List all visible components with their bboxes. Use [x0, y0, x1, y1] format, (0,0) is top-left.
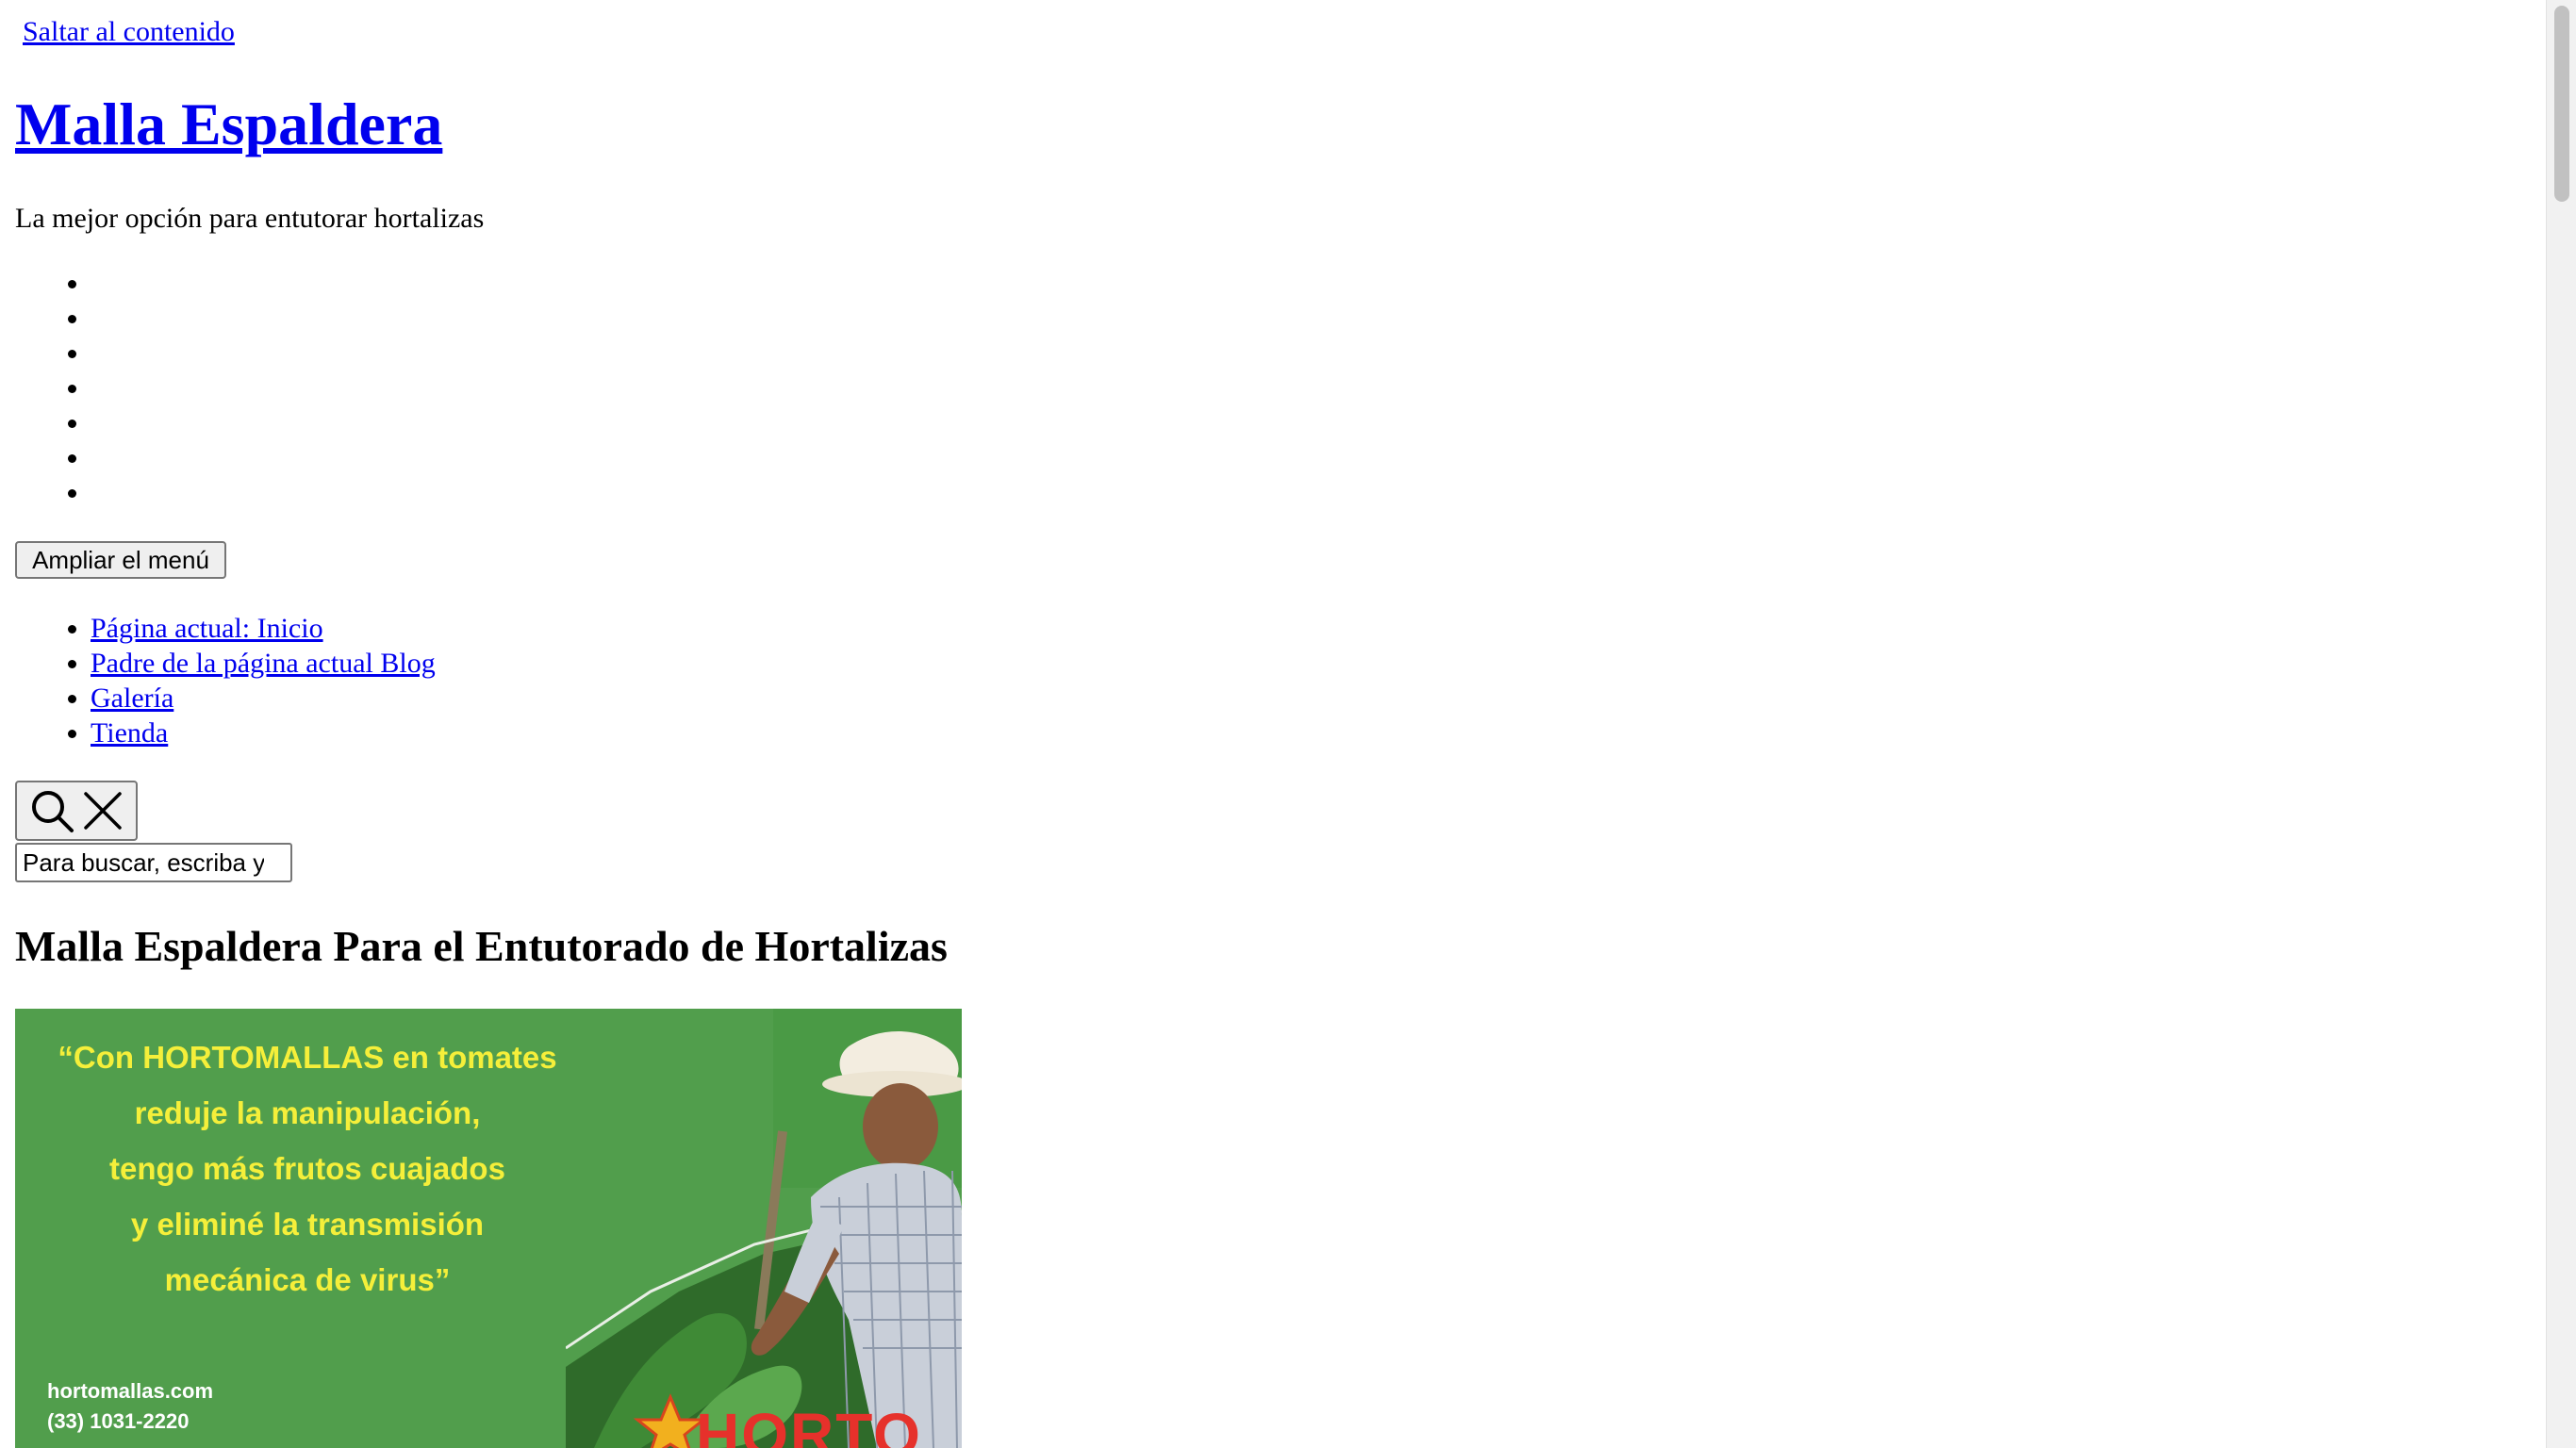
vertical-scrollbar[interactable]	[2546, 0, 2576, 1448]
close-icon	[80, 788, 125, 833]
hero-quote-line: reduje la manipulación,	[134, 1095, 481, 1130]
search-toggle-button[interactable]	[15, 781, 138, 841]
primary-menu-empty	[15, 266, 91, 510]
nav-link-shop[interactable]: Tienda	[91, 717, 168, 749]
expand-menu-button[interactable]: Ampliar el menú	[15, 541, 226, 579]
hero-website: hortomallas.com	[47, 1379, 214, 1403]
hero-quote-line: tengo más frutos cuajados	[109, 1151, 505, 1186]
hero-quote: “Con HORTOMALLAS en tomates reduje la ma…	[15, 1029, 600, 1308]
nav-link-blog[interactable]: Padre de la página actual Blog	[91, 648, 436, 679]
hero-phone: (33) 1031-2220	[47, 1409, 190, 1433]
nav-item-gallery: Galería	[91, 681, 436, 716]
hero-quote-line: y eliminé la transmisión	[130, 1207, 485, 1242]
hero-quote-line: mecánica de virus”	[164, 1262, 451, 1297]
site-title-link[interactable]: Malla Espaldera	[15, 90, 442, 157]
nav-link-gallery[interactable]: Galería	[91, 683, 173, 714]
farmer-photo	[566, 1009, 962, 1448]
page: Saltar al contenido Malla Espaldera La m…	[0, 0, 2546, 1448]
search-icon	[27, 786, 76, 835]
scrollbar-thumb[interactable]	[2554, 6, 2569, 202]
page-heading: Malla Espaldera Para el Entutorado de Ho…	[15, 922, 948, 970]
hero-logo-text: HORTO	[696, 1401, 922, 1448]
hero-contact: hortomallas.com (33) 1031-2220	[47, 1376, 213, 1437]
search-input[interactable]	[15, 843, 292, 882]
site-title: Malla Espaldera	[15, 87, 442, 162]
nav-item-blog: Padre de la página actual Blog	[91, 646, 436, 681]
hero-quote-line: “Con HORTOMALLAS en tomates	[58, 1040, 557, 1075]
skip-to-content-link[interactable]: Saltar al contenido	[23, 13, 235, 51]
nav-item-shop: Tienda	[91, 716, 436, 750]
main-navigation: Página actual: Inicio Padre de la página…	[15, 611, 436, 750]
site-description: La mejor opción para entutorar hortaliza…	[15, 203, 485, 234]
nav-link-home[interactable]: Página actual: Inicio	[91, 613, 323, 644]
nav-item-home: Página actual: Inicio	[91, 611, 436, 646]
hero-banner-image: “Con HORTOMALLAS en tomates reduje la ma…	[15, 1009, 962, 1448]
